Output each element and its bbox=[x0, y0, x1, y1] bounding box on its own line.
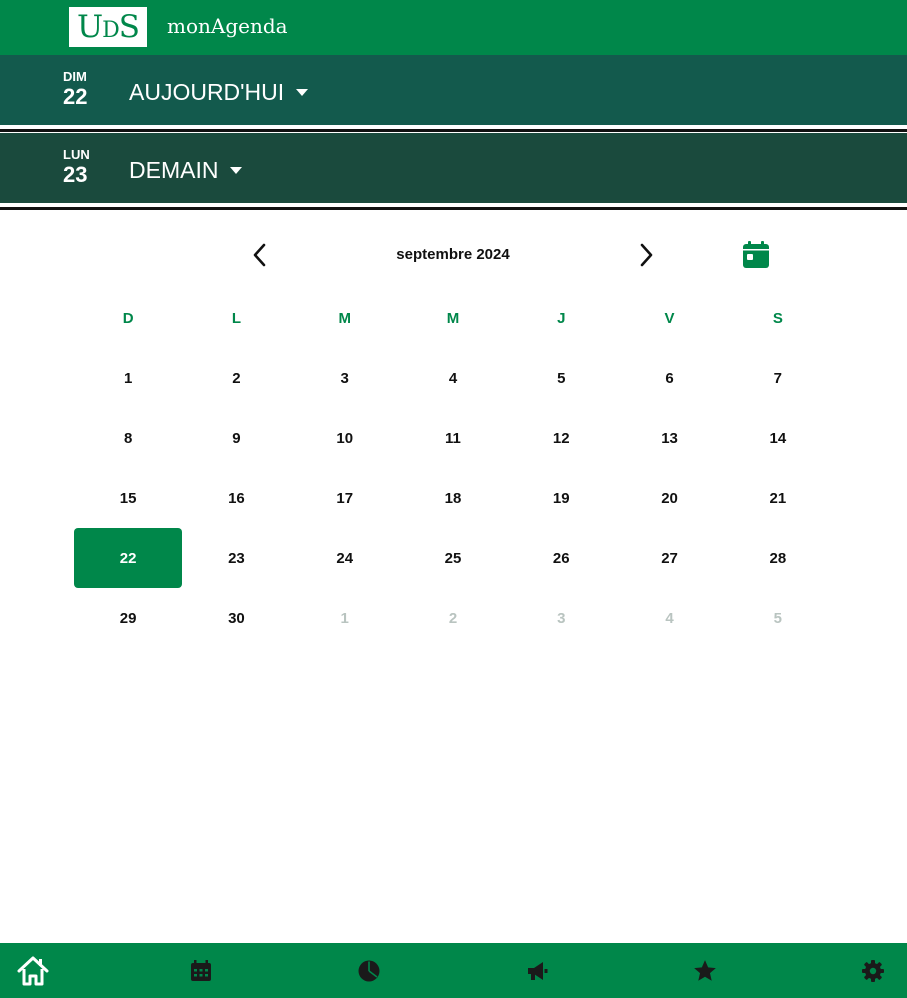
day-cell[interactable]: 15 bbox=[74, 468, 182, 528]
day-cell-next-month[interactable]: 4 bbox=[615, 588, 723, 648]
day-cell[interactable]: 28 bbox=[724, 528, 832, 588]
day-cell[interactable]: 13 bbox=[615, 408, 723, 468]
today-dropdown[interactable]: AUJOURD'HUI bbox=[129, 79, 309, 106]
stats-tab[interactable] bbox=[353, 955, 385, 987]
day-cell[interactable]: 11 bbox=[399, 408, 507, 468]
day-cell[interactable]: 12 bbox=[507, 408, 615, 468]
day-cell[interactable]: 19 bbox=[507, 468, 615, 528]
weekday-label: V bbox=[664, 309, 675, 327]
day-cell[interactable]: 7 bbox=[724, 348, 832, 408]
week-row: 1 2 3 4 5 6 7 bbox=[74, 348, 832, 408]
settings-tab[interactable] bbox=[857, 955, 889, 987]
day-cell[interactable]: 8 bbox=[74, 408, 182, 468]
calendar-icon bbox=[743, 241, 769, 268]
day-cell[interactable]: 24 bbox=[291, 528, 399, 588]
announcements-tab[interactable] bbox=[521, 955, 553, 987]
today-dow: DIM bbox=[63, 69, 87, 84]
month-label: septembre 2024 bbox=[396, 246, 510, 263]
star-icon bbox=[694, 960, 716, 981]
weekday-label: M bbox=[446, 309, 460, 327]
uds-logo[interactable]: UDS bbox=[69, 7, 147, 47]
day-cell-next-month[interactable]: 5 bbox=[724, 588, 832, 648]
today-day: 22 bbox=[63, 84, 88, 109]
previous-month-button[interactable] bbox=[245, 240, 275, 270]
day-cell-next-month[interactable]: 3 bbox=[507, 588, 615, 648]
today-date: DIM 22 bbox=[63, 70, 87, 108]
home-tab[interactable] bbox=[17, 955, 49, 987]
app-title: monAgenda bbox=[167, 14, 288, 38]
day-cell[interactable]: 18 bbox=[399, 468, 507, 528]
day-cell[interactable]: 2 bbox=[182, 348, 290, 408]
day-cell[interactable]: 20 bbox=[615, 468, 723, 528]
day-cell[interactable]: 3 bbox=[291, 348, 399, 408]
tomorrow-band[interactable]: LUN 23 DEMAIN bbox=[0, 133, 907, 203]
tomorrow-dropdown[interactable]: DEMAIN bbox=[129, 157, 243, 184]
weekday-label: J bbox=[557, 309, 566, 327]
day-cell-next-month[interactable]: 1 bbox=[291, 588, 399, 648]
tomorrow-date: LUN 23 bbox=[63, 148, 90, 186]
day-cell[interactable]: 26 bbox=[507, 528, 615, 588]
caret-down-icon bbox=[230, 167, 243, 174]
favorites-tab[interactable] bbox=[689, 955, 721, 987]
chevron-left-icon bbox=[253, 243, 266, 267]
today-label: AUJOURD'HUI bbox=[129, 79, 285, 105]
home-icon bbox=[17, 956, 49, 986]
day-cell[interactable]: 17 bbox=[291, 468, 399, 528]
divider bbox=[0, 207, 907, 210]
day-cell[interactable]: 16 bbox=[182, 468, 290, 528]
day-cell[interactable]: 27 bbox=[615, 528, 723, 588]
calendar-grid: D L M M J V S 1 2 3 4 5 6 7 8 9 10 11 12… bbox=[74, 288, 832, 648]
weekday-label: M bbox=[338, 309, 351, 327]
top-bar: UDS monAgenda bbox=[0, 0, 907, 55]
week-row: 29 30 1 2 3 4 5 bbox=[74, 588, 832, 648]
calendar-icon bbox=[191, 960, 211, 981]
weekday-header: D L M M J V S bbox=[74, 288, 832, 348]
caret-down-icon bbox=[296, 89, 309, 96]
day-cell[interactable]: 14 bbox=[724, 408, 832, 468]
chevron-right-icon bbox=[640, 243, 653, 267]
day-cell[interactable]: 30 bbox=[182, 588, 290, 648]
day-cell[interactable]: 4 bbox=[399, 348, 507, 408]
divider bbox=[0, 129, 907, 132]
week-row: 15 16 17 18 19 20 21 bbox=[74, 468, 832, 528]
today-band[interactable]: DIM 22 AUJOURD'HUI bbox=[0, 55, 907, 125]
bottom-nav bbox=[0, 943, 907, 998]
next-month-button[interactable] bbox=[631, 240, 661, 270]
day-cell[interactable]: 6 bbox=[615, 348, 723, 408]
weekday-label: S bbox=[772, 309, 783, 327]
weekday-label: D bbox=[122, 309, 134, 327]
logo-text: UDS bbox=[76, 8, 140, 45]
day-cell[interactable]: 1 bbox=[74, 348, 182, 408]
day-cell-selected[interactable]: 22 bbox=[74, 528, 183, 588]
calendar-tab[interactable] bbox=[185, 955, 217, 987]
week-row: 22 23 24 25 26 27 28 bbox=[74, 528, 832, 588]
week-row: 8 9 10 11 12 13 14 bbox=[74, 408, 832, 468]
gear-icon bbox=[862, 960, 884, 982]
megaphone-icon bbox=[528, 962, 548, 980]
day-cell[interactable]: 29 bbox=[74, 588, 182, 648]
day-cell[interactable]: 25 bbox=[399, 528, 507, 588]
go-to-today-button[interactable] bbox=[739, 238, 773, 272]
day-cell[interactable]: 10 bbox=[291, 408, 399, 468]
day-cell-next-month[interactable]: 2 bbox=[399, 588, 507, 648]
day-cell[interactable]: 21 bbox=[724, 468, 832, 528]
day-cell[interactable]: 23 bbox=[182, 528, 290, 588]
pie-chart-icon bbox=[358, 960, 380, 982]
tomorrow-label: DEMAIN bbox=[129, 157, 219, 183]
weekday-label: L bbox=[231, 309, 241, 327]
tomorrow-dow: LUN bbox=[63, 147, 90, 162]
day-cell[interactable]: 5 bbox=[507, 348, 615, 408]
calendar-header: septembre 2024 bbox=[0, 230, 907, 280]
day-cell[interactable]: 9 bbox=[182, 408, 290, 468]
tomorrow-day: 23 bbox=[63, 162, 88, 187]
